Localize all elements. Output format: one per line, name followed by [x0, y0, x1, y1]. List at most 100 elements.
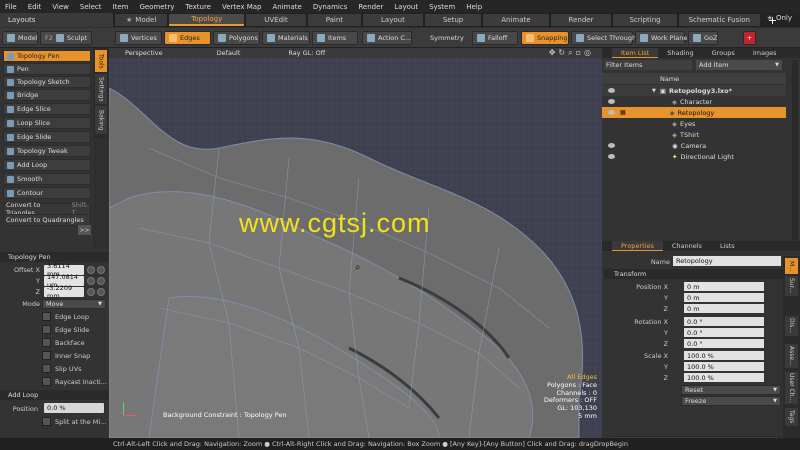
tool-topology-tweak[interactable]: Topology Tweak [3, 145, 91, 157]
menu-item[interactable]: Item [113, 3, 129, 11]
offset-x-knob[interactable] [87, 266, 95, 274]
snapping-button[interactable]: Snapping [521, 31, 569, 45]
select-through-button[interactable]: Select Through [571, 31, 636, 45]
menu-view[interactable]: View [52, 3, 69, 11]
tool-pen[interactable]: Pen [3, 63, 91, 75]
item-row-tshirt[interactable]: ◈ TShirt [602, 129, 786, 140]
menu-layout[interactable]: Layout [394, 3, 418, 11]
tab-shading[interactable]: Shading [658, 48, 702, 58]
position-y-field[interactable]: 0 m [684, 293, 764, 302]
rotation-z-field[interactable]: 0.0 ° [684, 339, 764, 348]
menu-animate[interactable]: Animate [272, 3, 301, 11]
split-middle-checkbox[interactable] [42, 417, 51, 426]
eye-icon[interactable] [608, 88, 615, 93]
items-button[interactable]: Items [312, 31, 358, 45]
tab-paint[interactable]: Paint [307, 14, 362, 26]
tab-layout[interactable]: Layout [363, 14, 423, 26]
position-z-field[interactable]: 0 m [684, 304, 764, 313]
tab-item-list[interactable]: Item List [612, 48, 659, 58]
tool-bridge[interactable]: Bridge [3, 89, 91, 101]
rotation-y-field[interactable]: 0.0 ° [684, 328, 764, 337]
tool-edge-slice[interactable]: Edge Slice [3, 103, 91, 115]
view-style[interactable]: Default [207, 49, 251, 57]
item-row-camera[interactable]: ◉ Camera [602, 140, 786, 151]
tool-smooth[interactable]: Smooth [3, 173, 91, 185]
menu-dynamics[interactable]: Dynamics [313, 3, 348, 11]
tab-properties[interactable]: Properties [612, 241, 663, 251]
scale-z-field[interactable]: 100.0 % [684, 373, 764, 382]
item-name-field[interactable]: Retopology [673, 256, 781, 266]
tab-settings[interactable]: Settings [95, 74, 107, 104]
tab-user-channels[interactable]: User Ch... [785, 372, 798, 404]
raygl-toggle[interactable]: Ray GL: Off [278, 49, 335, 57]
menu-help[interactable]: Help [466, 3, 482, 11]
eye-icon[interactable] [608, 154, 615, 159]
symmetry-button[interactable]: Symmetry [414, 31, 466, 45]
filter-items-field[interactable]: Filter Items [604, 60, 692, 70]
expand-button[interactable]: >> [78, 225, 91, 235]
tab-images[interactable]: Images [744, 48, 786, 58]
offset-z-knob[interactable] [87, 288, 95, 296]
add-item-button[interactable]: Add Item ▼ [696, 60, 782, 70]
polygons-button[interactable]: Polygons [213, 31, 260, 45]
edges-button[interactable]: Edges [164, 31, 211, 45]
offset-z-field[interactable]: -3.2209 mm [44, 284, 84, 300]
tab-schematic-fusion[interactable]: Schematic Fusion [678, 14, 760, 26]
tab-display[interactable]: Dis... [785, 316, 798, 336]
tab-assembly[interactable]: Asse... [785, 344, 798, 368]
3d-viewport[interactable]: Perspective Default Ray GL: Off ✥↻⌕▫◎ ww… [109, 48, 602, 438]
item-row-eyes[interactable]: ◈ Eyes [602, 118, 786, 129]
menu-geometry[interactable]: Geometry [139, 3, 174, 11]
tab-baking[interactable]: Baking [95, 106, 107, 134]
topology-pen-section[interactable]: Topology Pen [0, 252, 109, 262]
item-row-retopology[interactable]: ▦ ◈ Retopology [602, 107, 786, 118]
menu-file[interactable]: File [5, 3, 17, 11]
transform-section[interactable]: Transform [604, 269, 783, 279]
mode-select[interactable]: Move ▼ [42, 299, 106, 309]
position-field[interactable]: 0.0 % [44, 403, 104, 413]
only-toggle[interactable]: ★ Only [767, 14, 792, 22]
sculpt-button[interactable]: F2 Sculpt [40, 31, 92, 45]
add-toolbar-button[interactable]: + [743, 31, 756, 45]
viewport-nav-icons[interactable]: ✥↻⌕▫◎ [549, 48, 594, 58]
tab-tools[interactable]: Tools [95, 50, 107, 72]
tab-render[interactable]: Render [550, 14, 612, 26]
tab-scripting[interactable]: Scripting [613, 14, 677, 26]
inner-snap-checkbox[interactable] [42, 351, 51, 360]
reset-dropdown[interactable]: Reset ▼ [681, 385, 781, 395]
position-x-field[interactable]: 0 m [684, 282, 764, 291]
tab-groups[interactable]: Groups [703, 48, 744, 58]
backface-checkbox[interactable] [42, 338, 51, 347]
tab-model[interactable]: ★ Model [115, 14, 168, 26]
tool-add-loop[interactable]: Add Loop [3, 159, 91, 171]
menu-vertex-map[interactable]: Vertex Map [222, 3, 262, 11]
menu-texture[interactable]: Texture [185, 3, 211, 11]
item-row-character[interactable]: ◈ Character [602, 96, 786, 107]
freeze-dropdown[interactable]: Freeze ▼ [681, 396, 781, 406]
tab-lists[interactable]: Lists [711, 241, 744, 251]
slip-uvs-checkbox[interactable] [42, 364, 51, 373]
edge-loop-checkbox[interactable] [42, 312, 51, 321]
tab-channels[interactable]: Channels [663, 241, 711, 251]
eye-icon[interactable] [608, 110, 615, 115]
tab-uvedit[interactable]: UVEdit [246, 14, 306, 26]
tab-surface[interactable]: Sur... [785, 276, 798, 296]
add-loop-section[interactable]: Add Loop [0, 390, 109, 400]
work-plane-button[interactable]: Work Plane [635, 31, 687, 45]
item-list-scrollbar[interactable] [792, 60, 798, 240]
offset-y-reset[interactable] [97, 277, 105, 285]
item-row-directional-light[interactable]: ✦ Directional Light [602, 151, 786, 162]
offset-x-reset[interactable] [97, 266, 105, 274]
falloff-button[interactable]: Falloff [472, 31, 518, 45]
offset-y-knob[interactable] [87, 277, 95, 285]
item-row-scene[interactable]: ▼ ▣ Retopology3.lxo* [602, 85, 786, 96]
materials-button[interactable]: Materials [262, 31, 310, 45]
tab-setup[interactable]: Setup [424, 14, 482, 26]
offset-z-reset[interactable] [97, 288, 105, 296]
tool-contour[interactable]: Contour [3, 187, 91, 199]
menu-render[interactable]: Render [358, 3, 383, 11]
eye-icon[interactable] [608, 143, 615, 148]
view-perspective[interactable]: Perspective [115, 49, 173, 57]
tool-edge-slide[interactable]: Edge Slide [3, 131, 91, 143]
layouts-dropdown[interactable]: Layouts [0, 13, 113, 27]
